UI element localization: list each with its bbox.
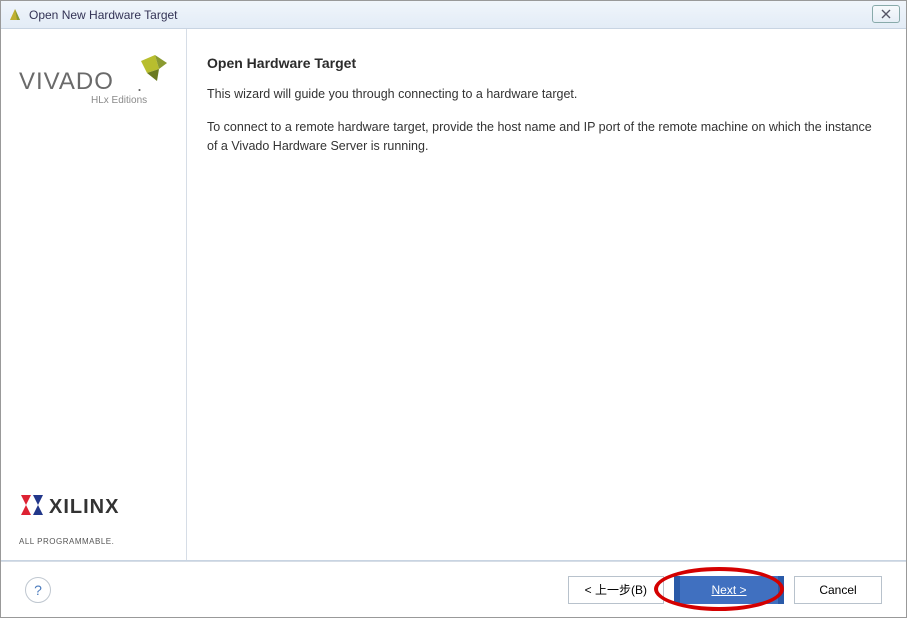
next-button-label: Next > [711, 583, 746, 597]
next-button[interactable]: Next > [674, 576, 784, 604]
cancel-button[interactable]: Cancel [794, 576, 882, 604]
help-icon: ? [34, 582, 42, 598]
svg-text:HLx Editions: HLx Editions [91, 95, 147, 106]
cancel-button-label: Cancel [819, 583, 856, 597]
wizard-footer: ? < 上一步(B) Next > Cancel [1, 561, 906, 617]
wizard-main: Open Hardware Target This wizard will gu… [187, 29, 906, 560]
intro-paragraph-1: This wizard will guide you through conne… [207, 85, 876, 104]
wizard-sidebar: VIVADO . HLx Editions XILINX ALL PROGRAM… [1, 29, 187, 560]
close-button[interactable] [872, 5, 900, 23]
content-area: VIVADO . HLx Editions XILINX ALL PROGRAM… [1, 29, 906, 561]
svg-text:XILINX: XILINX [49, 496, 119, 518]
close-icon [881, 9, 891, 19]
back-button-label: < 上一步(B) [585, 581, 647, 598]
titlebar: Open New Hardware Target [1, 1, 906, 29]
xilinx-tagline: ALL PROGRAMMABLE. [19, 537, 172, 546]
vivado-logo-icon: VIVADO . HLx Editions [19, 55, 169, 115]
intro-paragraph-2: To connect to a remote hardware target, … [207, 118, 876, 156]
xilinx-logo-icon: XILINX [19, 489, 159, 529]
app-logo-icon [7, 7, 23, 23]
svg-text:VIVADO: VIVADO [19, 68, 114, 95]
window-title: Open New Hardware Target [29, 8, 178, 22]
page-heading: Open Hardware Target [207, 55, 876, 71]
back-button[interactable]: < 上一步(B) [568, 576, 664, 604]
svg-text:.: . [137, 75, 142, 95]
help-button[interactable]: ? [25, 577, 51, 603]
